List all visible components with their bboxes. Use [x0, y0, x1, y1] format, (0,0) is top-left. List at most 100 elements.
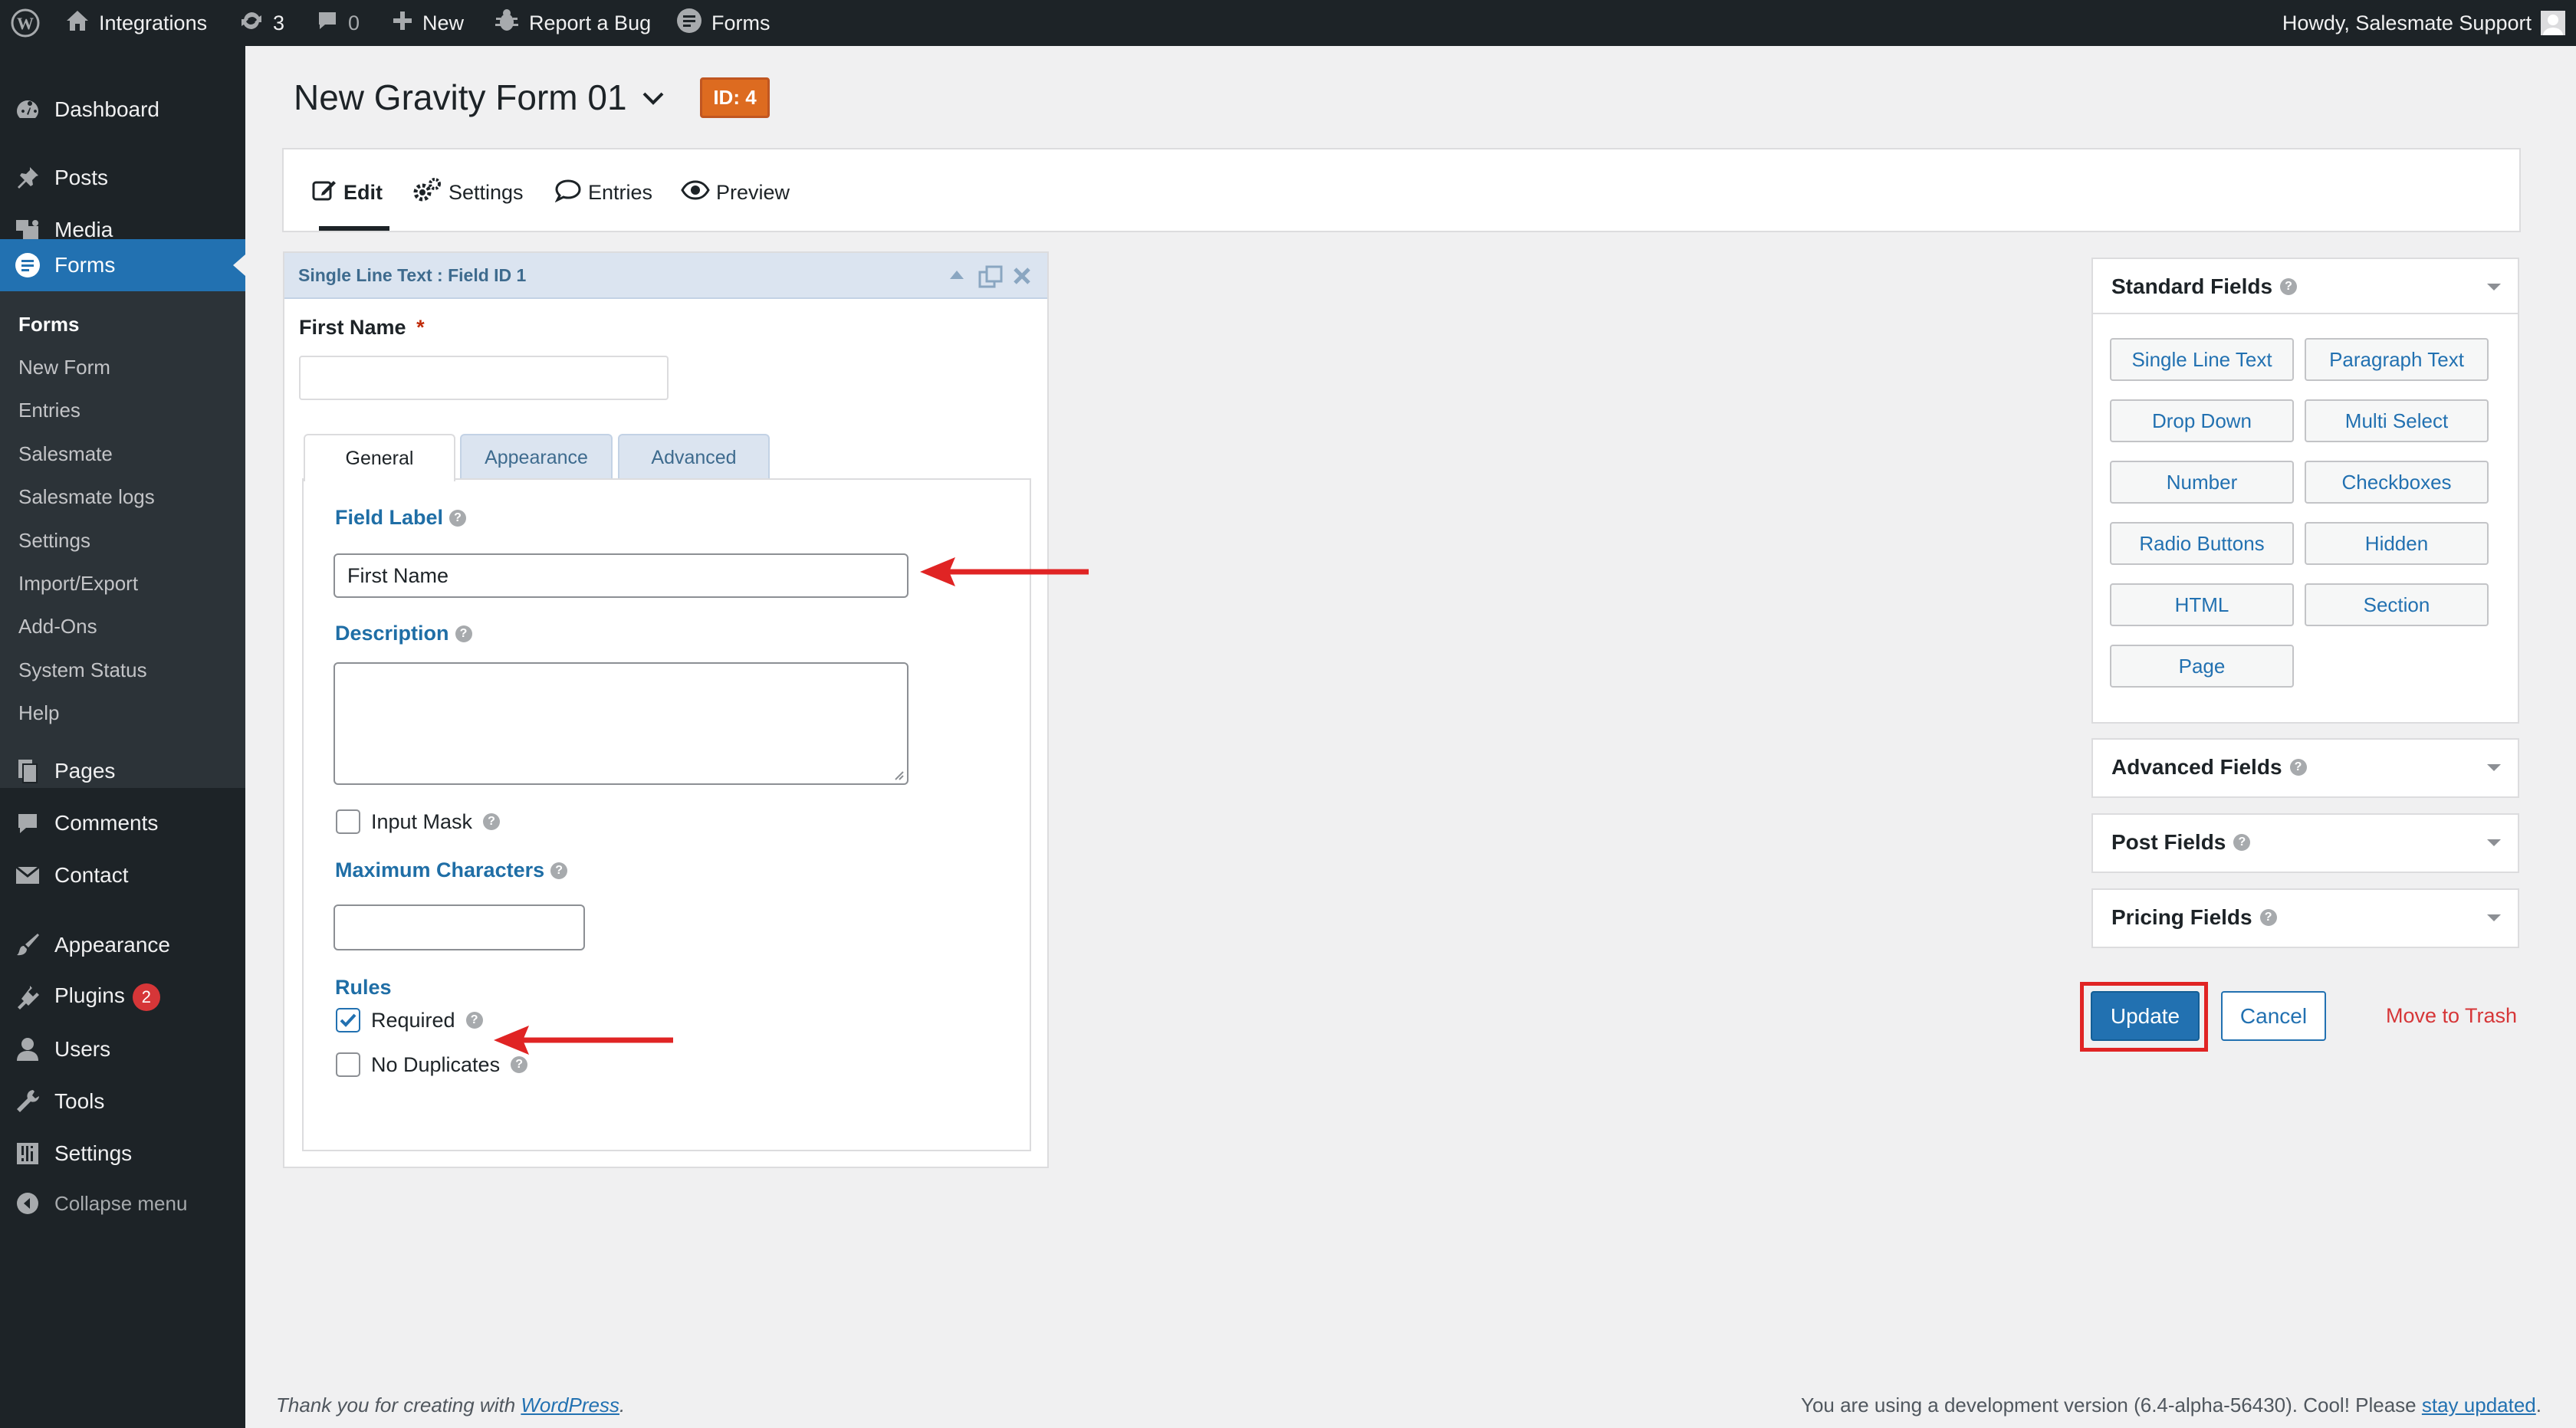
- current-menu-arrow: [233, 254, 245, 276]
- resize-handle-icon[interactable]: [893, 770, 904, 780]
- tab-settings[interactable]: Settings: [412, 177, 524, 208]
- tab-settings-label: Settings: [449, 180, 524, 204]
- cancel-button[interactable]: Cancel: [2221, 991, 2326, 1041]
- tab-entries[interactable]: Entries: [554, 177, 652, 208]
- field-label-input[interactable]: First Name: [334, 553, 909, 598]
- help-icon[interactable]: ?: [2280, 278, 2298, 295]
- menu-forms[interactable]: Forms: [0, 239, 245, 291]
- help-icon[interactable]: ?: [449, 509, 467, 527]
- help-icon[interactable]: ?: [550, 862, 568, 879]
- add-page-button[interactable]: Page: [2110, 645, 2294, 688]
- help-icon[interactable]: ?: [511, 1056, 528, 1073]
- submenu-settings[interactable]: Settings: [18, 529, 90, 553]
- submenu-add-ons[interactable]: Add-Ons: [18, 615, 97, 638]
- submenu-entries[interactable]: Entries: [18, 399, 80, 422]
- menu-plugins[interactable]: Plugins 2: [0, 971, 245, 1023]
- add-paragraph-text-button[interactable]: Paragraph Text: [2305, 338, 2489, 381]
- input-mask-option[interactable]: Input Mask ?: [336, 809, 501, 834]
- forms-adminbar-link[interactable]: Forms: [676, 0, 770, 46]
- report-bug-link[interactable]: Report a Bug: [494, 0, 651, 46]
- help-icon[interactable]: ?: [2259, 909, 2277, 926]
- tab-general[interactable]: General: [304, 434, 455, 481]
- report-bug-label: Report a Bug: [529, 11, 652, 34]
- submenu-import-export[interactable]: Import/Export: [18, 572, 138, 596]
- help-icon[interactable]: ?: [2233, 834, 2251, 851]
- caret-down-icon[interactable]: [2487, 764, 2501, 771]
- submenu-help[interactable]: Help: [18, 701, 59, 725]
- menu-posts[interactable]: Posts: [0, 152, 245, 204]
- add-section-button[interactable]: Section: [2305, 583, 2489, 626]
- new-content-link[interactable]: New: [392, 0, 464, 46]
- no-duplicates-checkbox[interactable]: [336, 1052, 360, 1077]
- box-divider: [2093, 313, 2518, 314]
- post-fields-box[interactable]: Post Fields ?: [2091, 813, 2519, 873]
- add-html-button[interactable]: HTML: [2110, 583, 2294, 626]
- add-radio-buttons-button[interactable]: Radio Buttons: [2110, 522, 2294, 565]
- menu-tools[interactable]: Tools: [0, 1075, 245, 1128]
- add-hidden-button[interactable]: Hidden: [2305, 522, 2489, 565]
- menu-appearance[interactable]: Appearance: [0, 919, 245, 971]
- help-icon[interactable]: ?: [483, 813, 501, 830]
- collapse-menu-button[interactable]: Collapse menu: [0, 1177, 245, 1229]
- menu-comments[interactable]: Comments: [0, 797, 245, 849]
- menu-users[interactable]: Users: [0, 1023, 245, 1075]
- users-icon: [14, 1036, 41, 1063]
- caret-down-icon[interactable]: [2487, 914, 2501, 921]
- standard-fields-title: Standard Fields: [2111, 274, 2273, 298]
- caret-down-icon[interactable]: [2487, 284, 2501, 291]
- advanced-fields-box[interactable]: Advanced Fields ?: [2091, 738, 2519, 798]
- menu-dashboard[interactable]: Dashboard: [0, 84, 245, 136]
- delete-field-icon[interactable]: [1013, 267, 1031, 289]
- max-characters-input[interactable]: [334, 904, 585, 950]
- admin-bar: W Integrations 3 0 New Report a Bug Form…: [0, 0, 2576, 46]
- add-checkboxes-button[interactable]: Checkboxes: [2305, 461, 2489, 504]
- pricing-fields-box[interactable]: Pricing Fields ?: [2091, 888, 2519, 948]
- tab-edit[interactable]: Edit: [311, 177, 383, 208]
- updates-link[interactable]: 3: [239, 0, 284, 46]
- submenu-system-status[interactable]: System Status: [18, 658, 147, 682]
- tab-entries-label: Entries: [588, 180, 653, 204]
- required-checkbox[interactable]: [336, 1008, 360, 1032]
- wordpress-link[interactable]: WordPress: [521, 1394, 619, 1417]
- input-mask-checkbox[interactable]: [336, 809, 360, 834]
- chevron-down-icon[interactable]: [641, 90, 665, 111]
- required-asterisk: *: [416, 316, 425, 339]
- forms-submenu: Forms New Form Entries Salesmate Salesma…: [0, 291, 245, 788]
- caret-down-icon[interactable]: [2487, 839, 2501, 846]
- collapse-field-icon[interactable]: [949, 270, 964, 284]
- submenu-new-form[interactable]: New Form: [18, 356, 110, 379]
- help-icon[interactable]: ?: [465, 1012, 483, 1029]
- required-option[interactable]: Required ?: [336, 1008, 483, 1032]
- pages-icon: [14, 757, 41, 785]
- tab-appearance[interactable]: Appearance: [460, 434, 613, 480]
- site-name-link[interactable]: Integrations: [65, 0, 207, 46]
- user-account-link[interactable]: Howdy, Salesmate Support: [2282, 0, 2565, 46]
- submenu-salesmate[interactable]: Salesmate: [18, 442, 113, 466]
- move-to-trash-link[interactable]: Move to Trash: [2386, 1004, 2517, 1028]
- stay-updated-link[interactable]: stay updated: [2422, 1394, 2536, 1417]
- tab-preview[interactable]: Preview: [681, 177, 790, 208]
- add-single-line-text-button[interactable]: Single Line Text: [2110, 338, 2294, 381]
- advanced-fields-header: Advanced Fields ?: [2111, 755, 2307, 780]
- description-textarea[interactable]: [334, 662, 909, 785]
- comments-link[interactable]: 0: [316, 0, 360, 46]
- submenu-forms[interactable]: Forms: [18, 313, 79, 336]
- site-name: Integrations: [99, 11, 208, 34]
- menu-contact[interactable]: Contact: [0, 849, 245, 901]
- menu-pages[interactable]: Pages: [0, 745, 245, 797]
- wordpress-logo-icon[interactable]: W: [11, 0, 40, 46]
- submenu-salesmate-logs[interactable]: Salesmate logs: [18, 485, 155, 509]
- forms-adminbar-label: Forms: [711, 11, 770, 34]
- duplicate-field-icon[interactable]: [978, 265, 1003, 292]
- help-icon[interactable]: ?: [2289, 759, 2307, 776]
- add-multi-select-button[interactable]: Multi Select: [2305, 399, 2489, 442]
- help-icon[interactable]: ?: [455, 625, 472, 642]
- tab-advanced[interactable]: Advanced: [618, 434, 770, 480]
- menu-appearance-label: Appearance: [54, 933, 171, 957]
- menu-contact-label: Contact: [54, 863, 129, 887]
- add-number-button[interactable]: Number: [2110, 461, 2294, 504]
- update-button[interactable]: Update: [2091, 991, 2200, 1041]
- standard-fields-header[interactable]: Standard Fields ?: [2111, 274, 2298, 299]
- menu-settings[interactable]: Settings: [0, 1128, 245, 1180]
- add-drop-down-button[interactable]: Drop Down: [2110, 399, 2294, 442]
